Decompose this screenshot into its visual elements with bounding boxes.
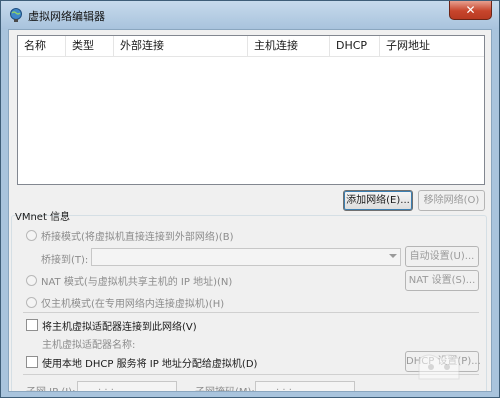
close-button[interactable]: ✕	[449, 1, 492, 20]
network-globe-icon	[10, 8, 22, 22]
use-dhcp-checkbox[interactable]	[26, 356, 38, 368]
subnet-ip-label: 子网 IP (I):	[26, 383, 75, 391]
connect-host-adapter-label: 将主机虚拟适配器连接到此网络(V)	[42, 322, 197, 333]
column-header-dhcp[interactable]: DHCP	[330, 36, 380, 56]
host-only-mode-radio[interactable]	[26, 297, 37, 308]
network-list-header: 名称 类型 外部连接 主机连接 DHCP 子网地址	[18, 36, 484, 57]
nat-mode-label: NAT 模式(与虚拟机共享主机的 IP 地址)(N)	[41, 277, 233, 288]
network-list[interactable]: 名称 类型 外部连接 主机连接 DHCP 子网地址	[17, 35, 485, 185]
chevron-down-icon	[389, 254, 397, 258]
separator	[23, 374, 479, 375]
subnet-mask-input[interactable]: . . .	[255, 381, 355, 391]
use-dhcp-label: 使用本地 DHCP 服务将 IP 地址分配给虚拟机(D)	[42, 359, 258, 370]
vmnet-info-group: VMnet 信息 桥接模式(将虚拟机直接连接到外部网络)(B) 桥接到(T): …	[9, 206, 491, 391]
host-only-mode-label: 仅主机模式(在专用网络内连接虚拟机)(H)	[41, 299, 225, 310]
dhcp-settings-button[interactable]: DHCP 设置(P)...	[405, 351, 481, 372]
vmnet-info-label: VMnet 信息	[15, 212, 71, 223]
window-title: 虚拟网络编辑器	[28, 10, 105, 23]
column-header-subnet-address[interactable]: 子网地址	[380, 36, 484, 56]
virtual-network-editor-window: 虚拟网络编辑器 ✕ 名称 类型 外部连接 主机连接 DHCP 子网地址 添加网络…	[0, 0, 500, 398]
nat-settings-button[interactable]: NAT 设置(S)...	[405, 270, 479, 291]
bridged-mode-label: 桥接模式(将虚拟机直接连接到外部网络)(B)	[41, 232, 234, 243]
bridged-to-label: 桥接到(T):	[41, 255, 89, 266]
host-adapter-name-label: 主机虚拟适配器名称:	[42, 340, 136, 351]
connect-host-adapter-checkbox[interactable]	[26, 319, 38, 331]
subnet-ip-input[interactable]: . . .	[77, 381, 177, 391]
subnet-mask-label: 子网掩码(M):	[195, 383, 255, 391]
column-header-host-connection[interactable]: 主机连接	[248, 36, 330, 56]
bridged-to-dropdown[interactable]	[91, 248, 401, 266]
dialog-client-area: 名称 类型 外部连接 主机连接 DHCP 子网地址 添加网络(E)... 移除网…	[8, 29, 492, 392]
column-header-name[interactable]: 名称	[18, 36, 66, 56]
auto-settings-button[interactable]: 自动设置(U)...	[405, 246, 479, 267]
nat-mode-radio[interactable]	[26, 275, 37, 286]
bridged-mode-radio[interactable]	[26, 230, 37, 241]
column-header-type[interactable]: 类型	[66, 36, 114, 56]
separator	[23, 312, 479, 313]
title-bar[interactable]: 虚拟网络编辑器 ✕	[1, 1, 499, 29]
column-header-external-connection[interactable]: 外部连接	[114, 36, 248, 56]
